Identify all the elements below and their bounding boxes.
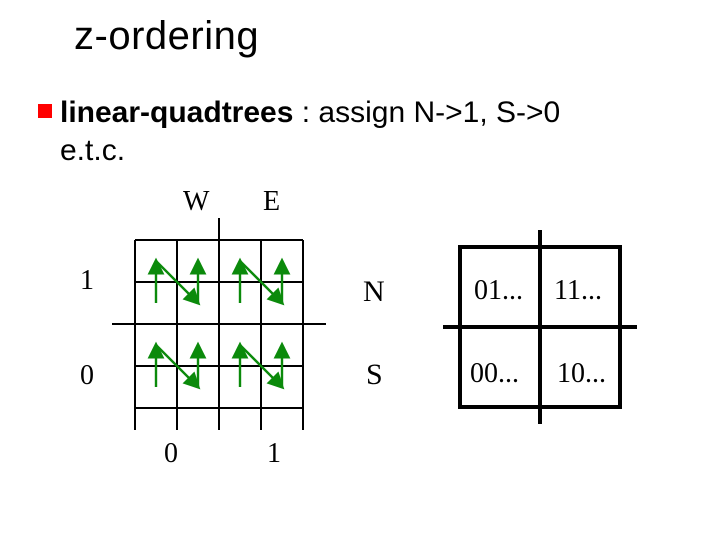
- right-grid: [443, 230, 637, 424]
- left-grid: [112, 218, 326, 430]
- diagram-svg: [0, 0, 720, 540]
